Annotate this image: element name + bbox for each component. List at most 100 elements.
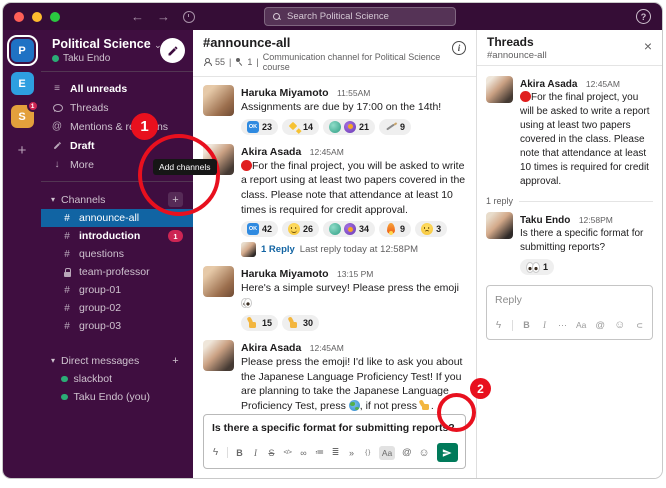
message-input[interactable]: Is there a specific format for submittin… [204, 415, 465, 439]
info-icon[interactable]: i [452, 41, 466, 55]
emoji-picker-icon[interactable] [419, 446, 430, 460]
sidebar-item-draft[interactable]: Draft [41, 136, 193, 155]
reaction-pill[interactable]: 1 [520, 259, 554, 275]
sidebar-item-threads[interactable]: Threads [41, 98, 193, 117]
add-channels-tooltip: Add channels [153, 159, 217, 175]
sidebar-channel-group-02[interactable]: group-02 [41, 299, 193, 317]
message-timestamp[interactable]: 12:45AM [586, 79, 620, 89]
avatar[interactable] [203, 85, 234, 116]
dms-header[interactable]: ▾ Direct messages + [41, 351, 193, 370]
chevron-down-icon: ▾ [51, 195, 55, 204]
thumbs-up-emoji-icon [288, 317, 300, 329]
reaction-pill[interactable]: 3 [415, 221, 447, 237]
workspace-tile-s[interactable]: S 1 [11, 105, 34, 128]
history-clock-icon[interactable] [183, 11, 195, 23]
mention-icon[interactable] [402, 446, 411, 460]
add-channels-button[interactable]: + [168, 192, 183, 207]
reaction-pill[interactable]: 42 [241, 221, 278, 237]
new-message-button[interactable] [160, 38, 185, 63]
code-icon[interactable] [283, 446, 292, 460]
more-formatting-icon[interactable] [558, 318, 567, 332]
avatar[interactable] [486, 212, 513, 239]
shortcuts-icon[interactable] [211, 446, 220, 460]
workspace-tile-e[interactable]: E [11, 72, 34, 95]
ordered-list-icon[interactable] [315, 446, 324, 460]
formatting-toggle-icon[interactable] [576, 318, 586, 332]
sidebar-channel-group-01[interactable]: group-01 [41, 281, 193, 299]
link-icon[interactable] [299, 446, 308, 460]
reaction-pill[interactable]: 23 [241, 119, 278, 135]
message-author[interactable]: Haruka Miyamoto [241, 87, 329, 99]
message-author[interactable]: Akira Asada [241, 342, 301, 354]
thumbs-up-emoji-icon [420, 400, 431, 411]
reaction-pill[interactable]: 26 [282, 221, 319, 237]
emoji-picker-icon[interactable] [614, 318, 625, 332]
channels-header[interactable]: ▾ Channels + [41, 190, 193, 209]
message-author[interactable]: Akira Asada [241, 146, 301, 158]
workspace-tile-p[interactable]: P [11, 39, 34, 62]
bold-icon[interactable] [522, 318, 531, 332]
bulleted-list-icon[interactable] [331, 446, 340, 460]
title-bar: ← → Search Political Science ? [3, 3, 662, 30]
add-workspace-button[interactable]: + [18, 142, 27, 159]
reply-input[interactable]: Reply [487, 286, 652, 316]
thread-link[interactable]: 1 Reply Last reply today at 12:58PM [241, 242, 466, 257]
bold-icon[interactable] [235, 446, 244, 460]
add-dm-button[interactable]: + [168, 353, 183, 368]
code-block-icon[interactable] [363, 446, 372, 460]
minimize-window-button[interactable] [32, 12, 42, 22]
send-button[interactable] [437, 443, 458, 462]
workspace-initial: S [18, 111, 25, 123]
channel-topic[interactable]: Communication channel for Political Scie… [263, 52, 466, 72]
message-author[interactable]: Taku Endo [520, 215, 570, 226]
forward-icon[interactable]: → [157, 9, 170, 24]
reaction-pill[interactable]: 34 [323, 221, 375, 237]
sidebar-channel-group-03[interactable]: group-03 [41, 317, 193, 335]
channel-title[interactable]: #announce-all [203, 35, 466, 50]
help-icon[interactable]: ? [636, 9, 651, 24]
strikethrough-icon[interactable] [267, 446, 276, 460]
italic-icon[interactable] [251, 446, 260, 460]
attach-file-icon[interactable] [634, 318, 643, 332]
pin-count[interactable]: 1 [247, 57, 252, 67]
back-icon[interactable]: ← [131, 9, 144, 24]
message-timestamp[interactable]: 12:45AM [310, 343, 344, 353]
avatar[interactable] [486, 76, 513, 103]
close-window-button[interactable] [14, 12, 24, 22]
zoom-window-button[interactable] [50, 12, 60, 22]
search-input[interactable]: Search Political Science [264, 7, 456, 26]
reaction-pill[interactable]: 14 [282, 119, 319, 135]
message-author[interactable]: Akira Asada [520, 79, 577, 90]
sidebar-channel-questions[interactable]: questions [41, 245, 193, 263]
message-timestamp[interactable]: 13:15 PM [337, 269, 373, 279]
reaction-pill[interactable]: 30 [282, 315, 319, 331]
message-timestamp[interactable]: 12:45AM [310, 147, 344, 157]
reaction-pill[interactable]: 9 [379, 119, 411, 135]
formatting-toggle-icon[interactable] [379, 446, 395, 460]
avatar[interactable] [203, 340, 234, 371]
message-author[interactable]: Haruka Miyamoto [241, 268, 329, 280]
sidebar-item-mentions[interactable]: @ Mentions & reactions [41, 117, 193, 136]
close-icon[interactable]: × [644, 39, 652, 53]
italic-icon[interactable] [540, 318, 549, 332]
message-text: Is there a specific format for submittin… [520, 227, 653, 255]
thread-root-message: Akira Asada 12:45AM For the final projec… [486, 76, 653, 189]
message-timestamp[interactable]: 12:58PM [579, 215, 613, 225]
shortcuts-icon[interactable] [494, 318, 503, 332]
workspace-name[interactable]: Political Science ⌄ [52, 37, 160, 51]
sidebar-channel-announce-all[interactable]: announce-all [41, 209, 193, 227]
reaction-pill[interactable]: 9 [379, 221, 411, 237]
sidebar-item-all-unreads[interactable]: ≡ All unreads [41, 79, 193, 98]
sidebar-dm-slackbot[interactable]: slackbot [41, 370, 193, 388]
workspace-header[interactable]: Political Science ⌄ Taku Endo [41, 30, 193, 72]
reaction-pill[interactable]: 21 [323, 119, 375, 135]
sidebar-dm-taku-endo[interactable]: Taku Endo (you) [41, 388, 193, 406]
reaction-pill[interactable]: 15 [241, 315, 278, 331]
mention-icon[interactable] [595, 318, 605, 332]
blockquote-icon[interactable] [347, 446, 356, 460]
member-count[interactable]: 55 [215, 57, 225, 67]
sidebar-channel-introduction[interactable]: introduction 1 [41, 227, 193, 245]
message-timestamp[interactable]: 11:55AM [337, 88, 370, 98]
avatar[interactable] [203, 266, 234, 297]
sidebar-channel-team-professor[interactable]: team-professor [41, 263, 193, 281]
